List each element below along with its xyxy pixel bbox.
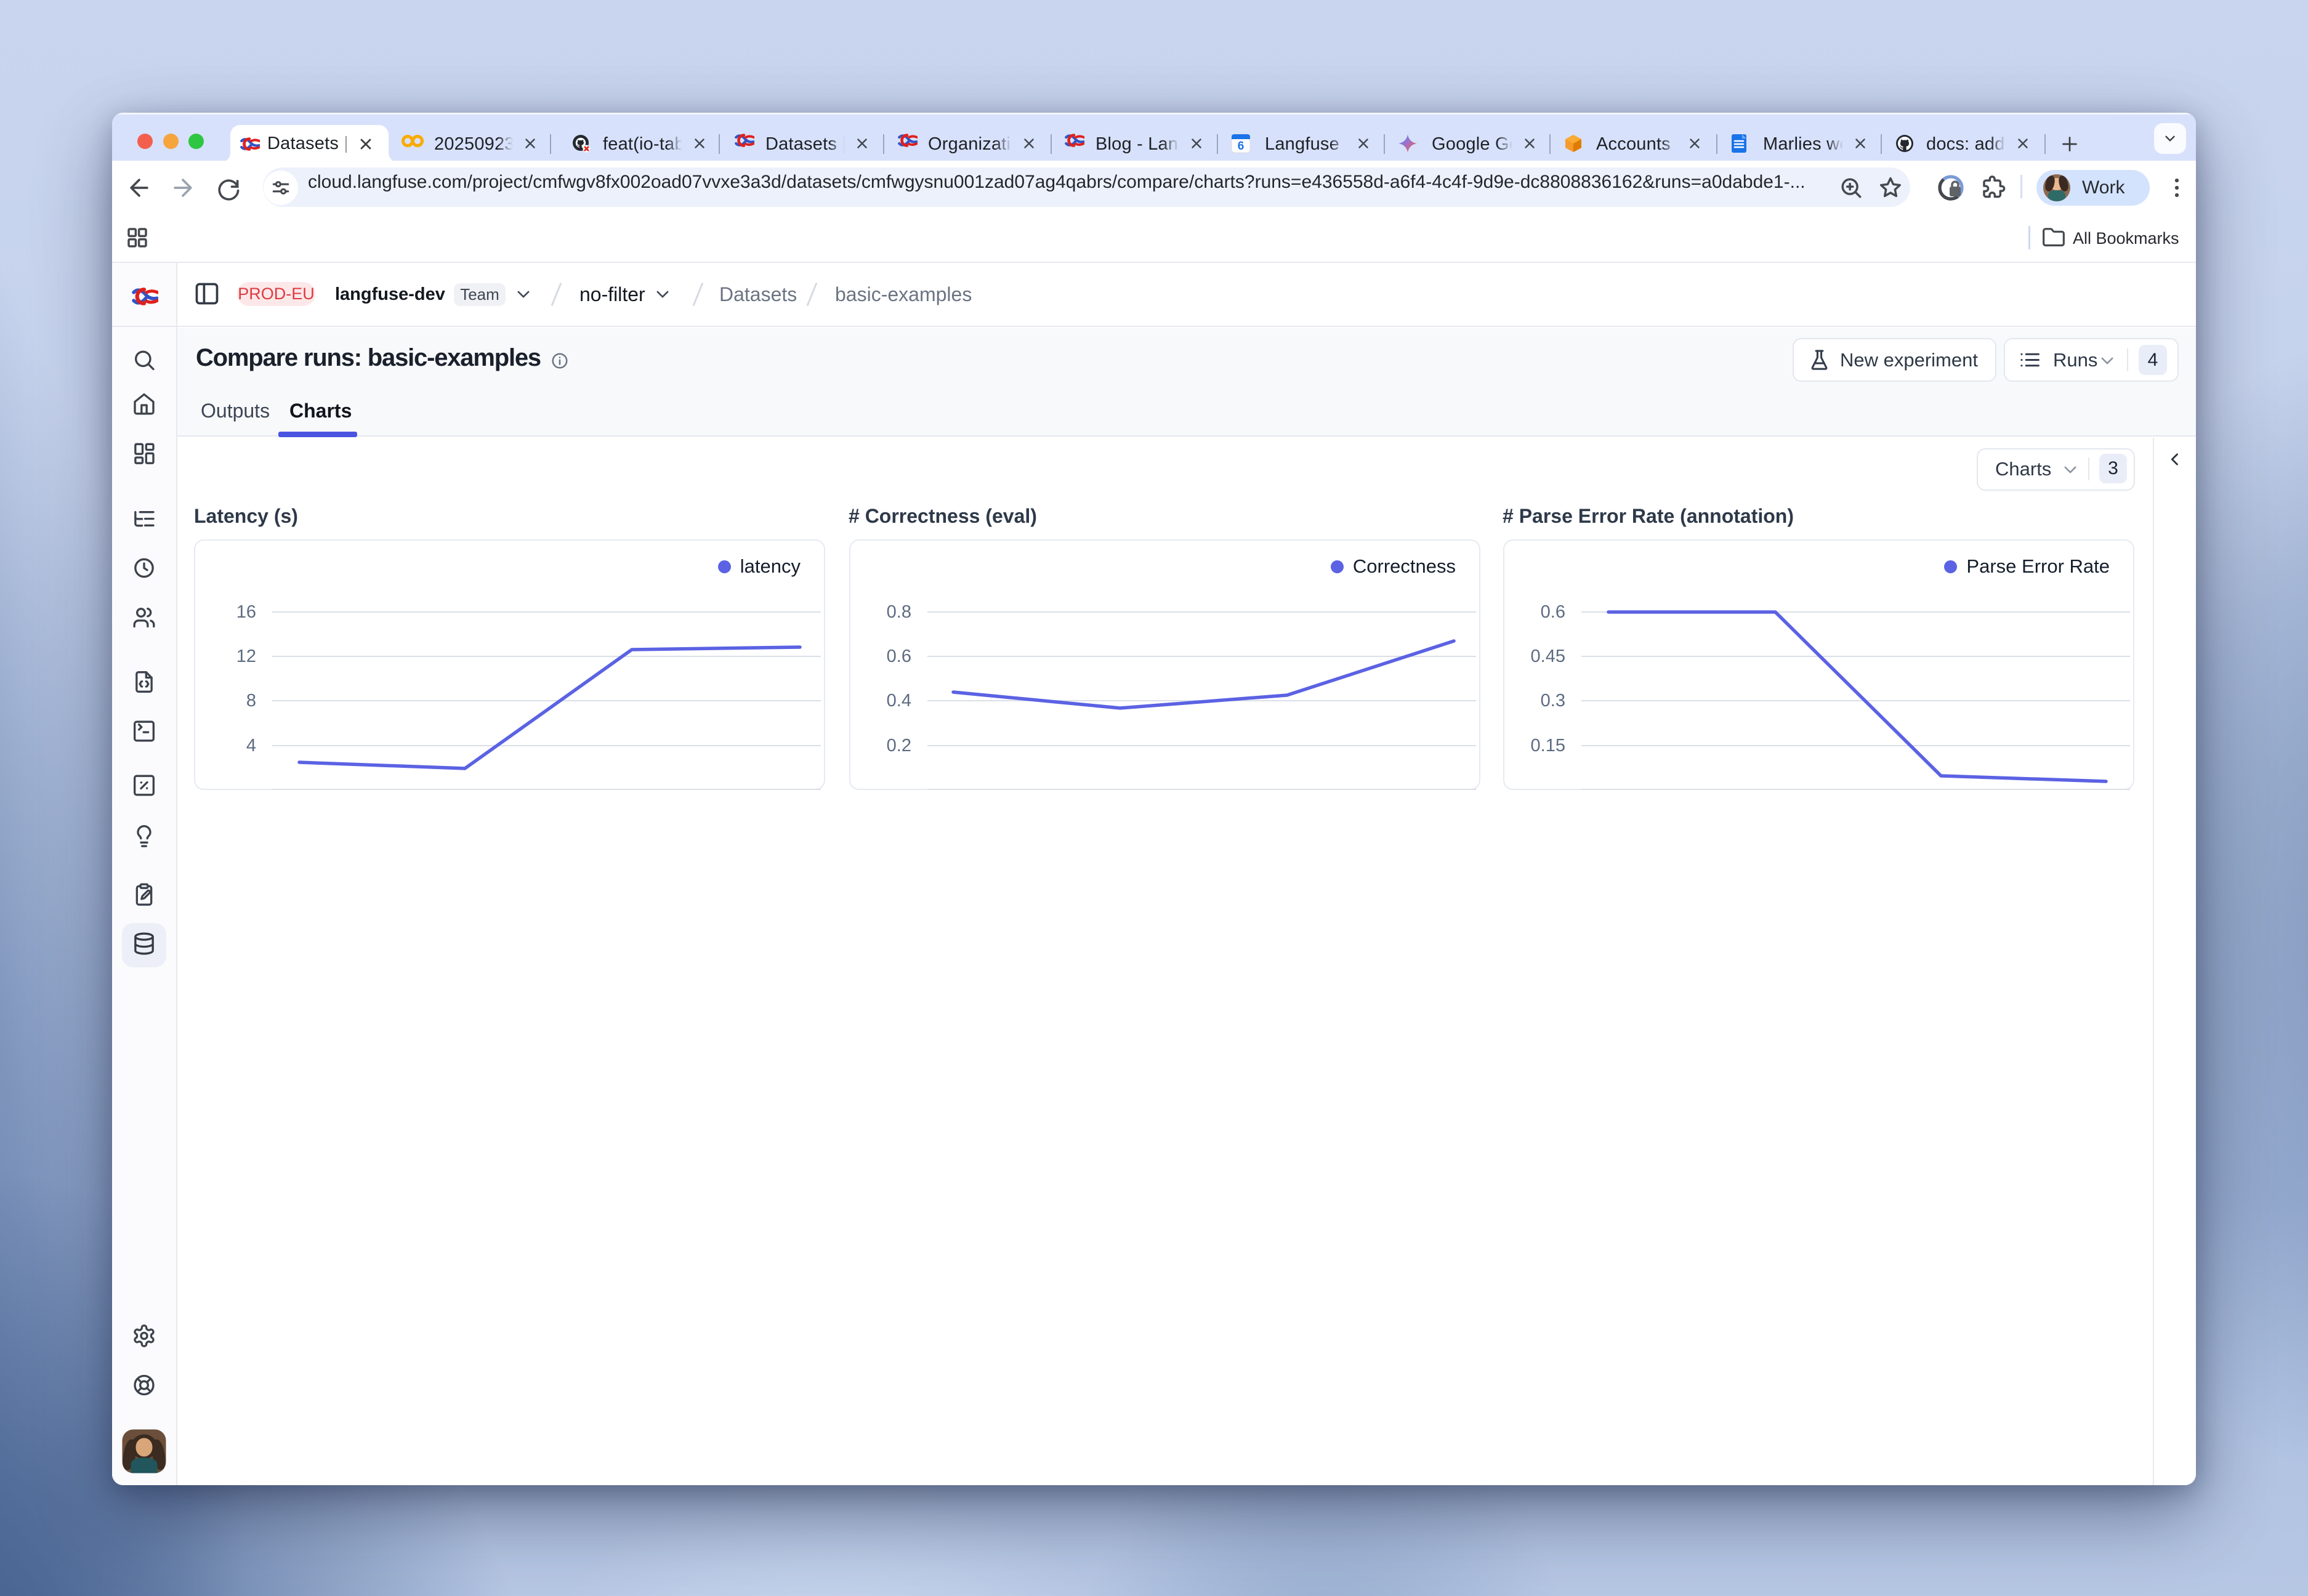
svg-text:6: 6 [1238, 140, 1245, 153]
